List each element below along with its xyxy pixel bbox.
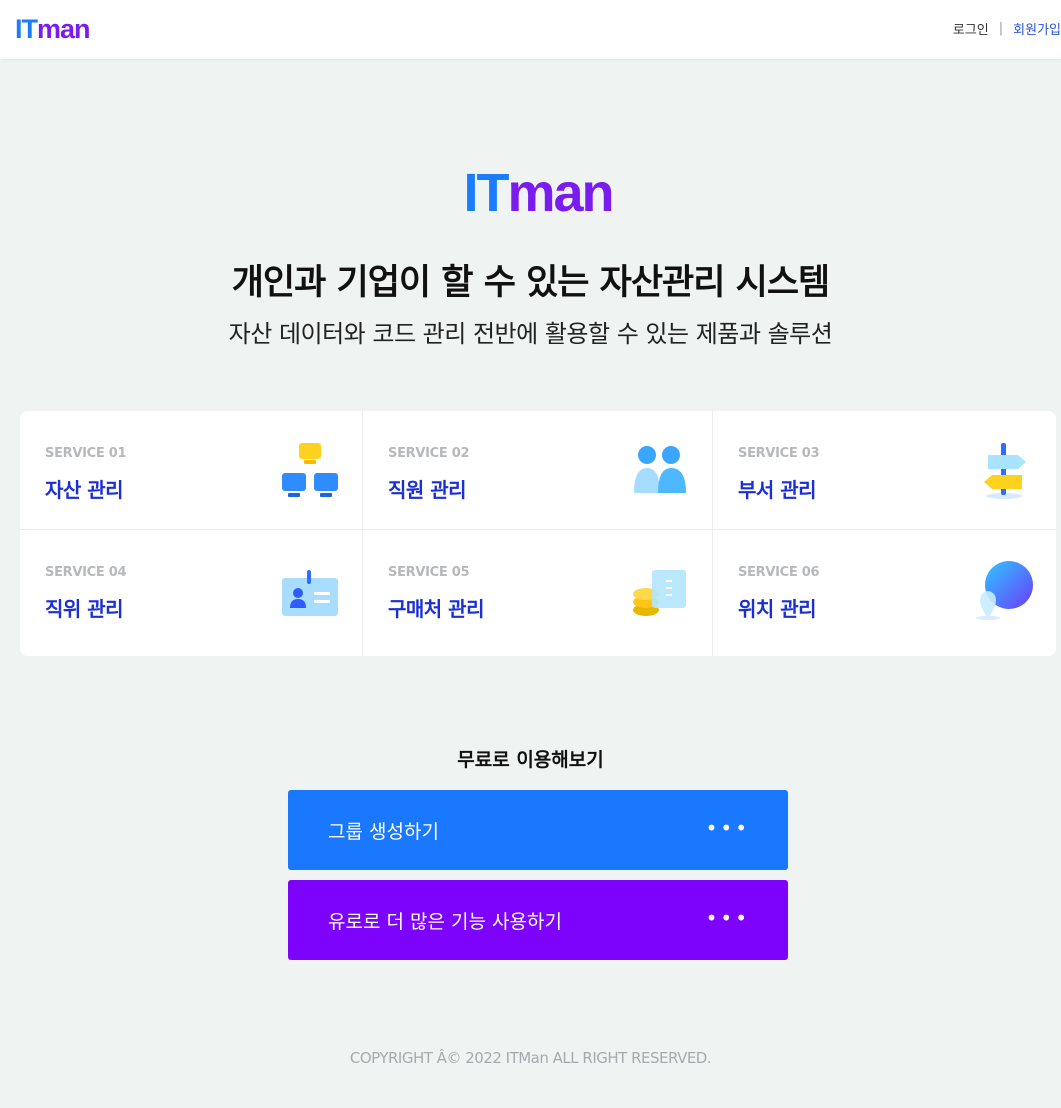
create-group-label: 그룹 생성하기 xyxy=(328,820,439,843)
service-title: 자산 관리 xyxy=(45,478,124,502)
site-logo[interactable]: IT man xyxy=(15,14,91,44)
service-card-employee[interactable]: SERVICE 02 직원 관리 xyxy=(363,411,713,530)
logo-it-text: IT xyxy=(15,14,38,44)
service-card-vendor[interactable]: SERVICE 05 구매처 관리 xyxy=(363,530,713,656)
login-link[interactable]: 로그인 xyxy=(953,19,989,38)
hero-subtitle: 자산 데이터와 코드 관리 전반에 활용할 수 있는 제품과 솔루션 xyxy=(228,320,833,348)
hero-logo-man: man xyxy=(507,163,614,223)
service-number: SERVICE 05 xyxy=(388,565,470,580)
service-number: SERVICE 04 xyxy=(45,565,127,580)
signpost-icon xyxy=(984,443,1026,499)
service-card-position[interactable]: SERVICE 04 직위 관리 xyxy=(20,530,363,656)
link-separator: | xyxy=(998,21,1004,36)
paid-features-button[interactable]: 유로로 더 많은 기능 사용하기 ••• xyxy=(288,880,788,960)
free-trial-title: 무료로 이용해보기 xyxy=(457,749,604,771)
more-dots-icon: ••• xyxy=(705,906,750,930)
service-card-asset[interactable]: SERVICE 01 자산 관리 xyxy=(20,411,363,530)
location-pin-icon xyxy=(976,561,1033,620)
people-icon xyxy=(634,446,686,493)
service-title: 구매처 관리 xyxy=(388,597,484,621)
id-card-icon xyxy=(282,570,338,616)
top-navigation-bar: IT man 로그인 | 회원가입 xyxy=(0,0,1061,59)
hero-logo: IT man xyxy=(463,163,614,223)
paid-features-label: 유로로 더 많은 기능 사용하기 xyxy=(328,910,562,933)
service-number: SERVICE 06 xyxy=(738,565,820,580)
footer-copyright: COPYRIGHT Â© 2022 ITMan ALL RIGHT RESERV… xyxy=(349,1049,712,1067)
service-card-location[interactable]: SERVICE 06 위치 관리 xyxy=(713,530,1056,656)
logo-man-text: man xyxy=(37,14,91,44)
service-title: 부서 관리 xyxy=(738,478,817,502)
service-grid: SERVICE 01 자산 관리 SERVICE 02 직원 관리 SERVIC… xyxy=(20,411,1056,656)
hero-title: 개인과 기업이 할 수 있는 자산관리 시스템 xyxy=(231,263,831,303)
service-title: 직원 관리 xyxy=(388,478,467,502)
service-title: 위치 관리 xyxy=(738,597,817,621)
service-number: SERVICE 02 xyxy=(388,446,470,461)
signup-link[interactable]: 회원가입 xyxy=(1013,19,1061,38)
service-number: SERVICE 03 xyxy=(738,446,820,461)
auth-links: 로그인 | 회원가입 xyxy=(953,19,1061,38)
service-card-department[interactable]: SERVICE 03 부서 관리 xyxy=(713,411,1056,530)
more-dots-icon: ••• xyxy=(705,816,750,840)
hero-logo-it: IT xyxy=(463,163,509,223)
network-monitors-icon xyxy=(282,443,338,497)
service-title: 직위 관리 xyxy=(45,597,124,621)
coins-receipt-icon xyxy=(633,570,686,616)
service-number: SERVICE 01 xyxy=(45,446,127,461)
create-group-button[interactable]: 그룹 생성하기 ••• xyxy=(288,790,788,870)
